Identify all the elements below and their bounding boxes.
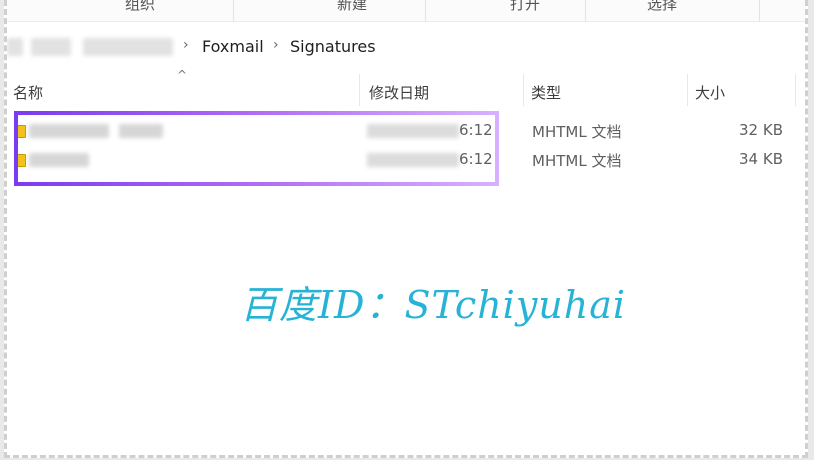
breadcrumb-signatures[interactable]: Signatures [290, 37, 376, 56]
column-header-size[interactable]: 大小 [695, 82, 725, 103]
file-type: MHTML 文档 [532, 152, 622, 170]
ribbon: 组织 新建 打开 选择 [7, 0, 805, 22]
chevron-right-icon: › [273, 37, 279, 53]
column-divider[interactable] [523, 74, 524, 106]
breadcrumb-foxmail[interactable]: Foxmail [202, 37, 264, 56]
column-header-name[interactable]: 名称 [13, 82, 43, 103]
ribbon-new[interactable]: 新建 [337, 0, 367, 14]
watermark-text: 百度ID：STchiyuhai [240, 283, 627, 327]
column-header-modified[interactable]: 修改日期 [369, 82, 429, 103]
column-divider[interactable] [687, 74, 688, 106]
redacted-path [83, 38, 173, 56]
address-bar[interactable]: › Foxmail › Signatures [7, 30, 805, 64]
ribbon-organize[interactable]: 组织 [125, 0, 155, 14]
file-type: MHTML 文档 [532, 123, 622, 141]
ribbon-divider [759, 0, 760, 22]
ribbon-divider [425, 0, 426, 22]
ribbon-select[interactable]: 选择 [647, 0, 677, 14]
file-size: 32 KB [739, 121, 783, 139]
file-size: 34 KB [739, 150, 783, 168]
ribbon-open[interactable]: 打开 [510, 0, 540, 14]
ribbon-divider [585, 0, 586, 22]
chevron-right-icon: › [183, 37, 189, 53]
redacted-path [31, 38, 71, 56]
column-header-row: ^ 名称 修改日期 类型 大小 [7, 68, 805, 110]
sort-ascending-icon: ^ [177, 68, 188, 82]
redacted-path [7, 38, 23, 56]
explorer-window: 组织 新建 打开 选择 › Foxmail › Signatures ^ 名称 … [4, 0, 808, 458]
column-divider[interactable] [359, 74, 360, 106]
ribbon-divider [233, 0, 234, 22]
column-header-type[interactable]: 类型 [531, 82, 561, 103]
selection-highlight-box [14, 111, 499, 186]
column-divider[interactable] [795, 74, 796, 106]
